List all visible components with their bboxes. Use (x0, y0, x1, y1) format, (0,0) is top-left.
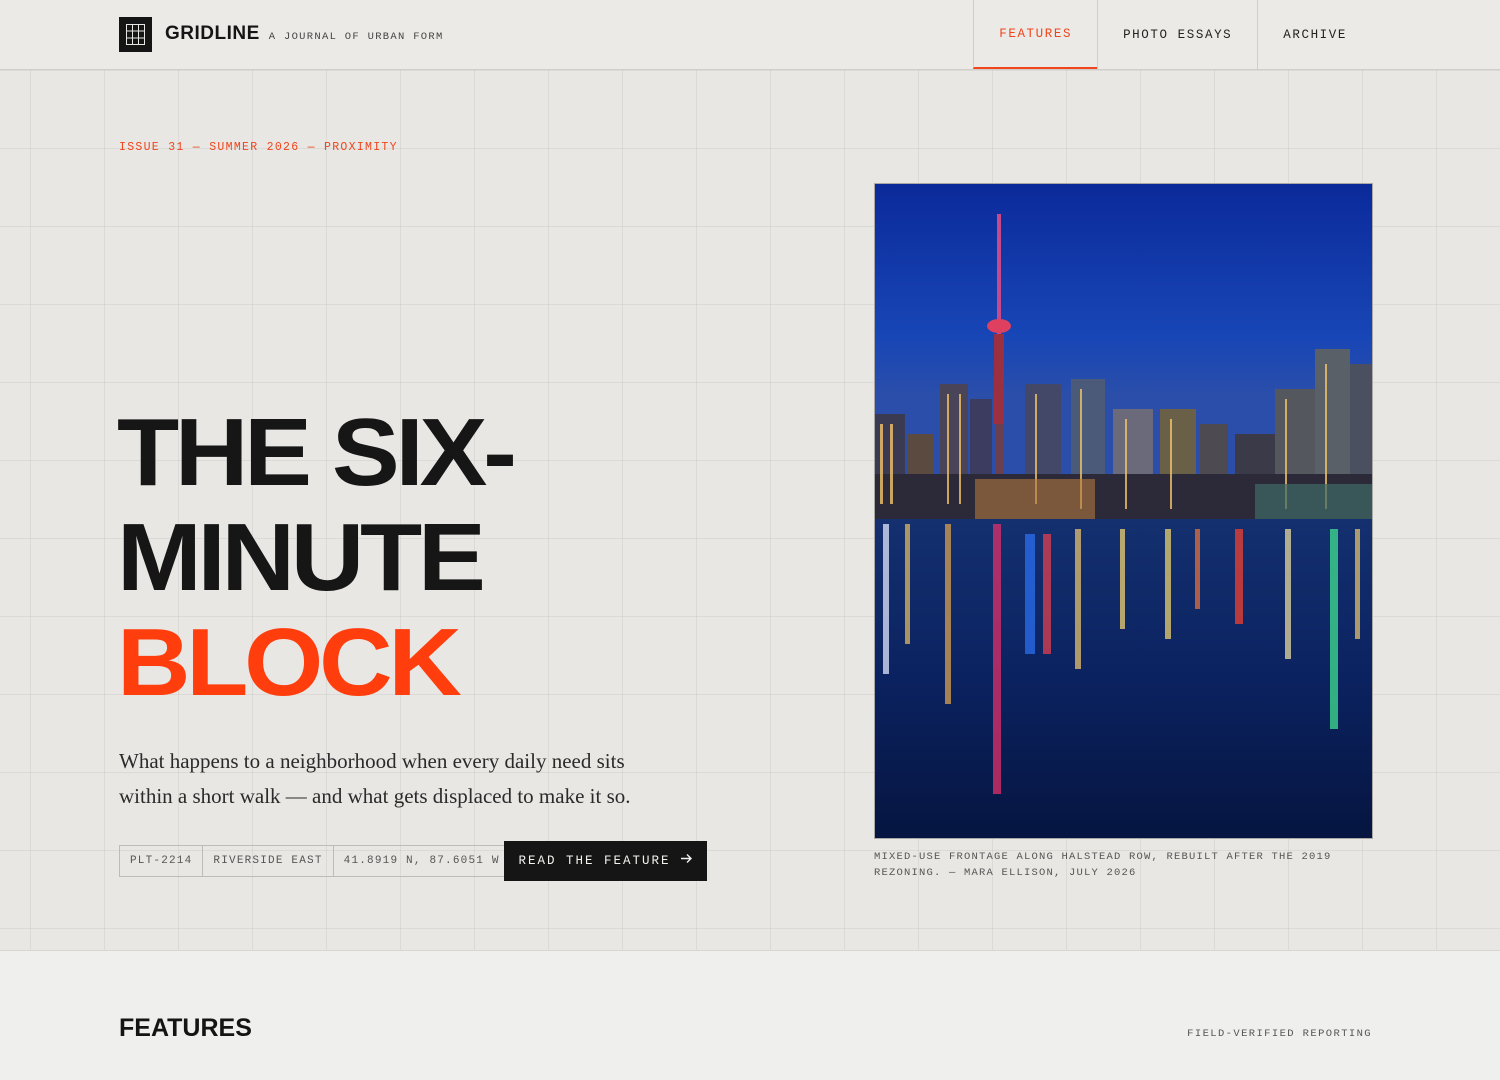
features-heading: FEATURES (119, 1014, 252, 1042)
features-label: FIELD-VERIFIED REPORTING (1187, 1028, 1372, 1040)
nav-item-archive[interactable]: ARCHIVE (1257, 0, 1372, 69)
brand[interactable]: GRIDLINE A JOURNAL OF URBAN FORM (119, 16, 444, 52)
headline-line-2: MINUTE (117, 504, 486, 611)
coordinates-chip: 41.8919 N, 87.6051 W (343, 855, 500, 867)
grid-icon (119, 16, 152, 52)
headline-accent: BLOCK (117, 609, 462, 716)
dek: What happens to a neighborhood when ever… (119, 749, 631, 808)
brand-tagline: A JOURNAL OF URBAN FORM (268, 30, 444, 43)
district-chip: RIVERSIDE EAST (203, 846, 334, 876)
headline-line-1: THE SIX- (117, 399, 517, 506)
headline: THE SIX- MINUTE BLOCK (117, 399, 517, 716)
feature-photo (874, 183, 1373, 839)
main-nav: FEATURES PHOTO ESSAYS ARCHIVE (973, 0, 1372, 70)
site-header: GRIDLINE A JOURNAL OF URBAN FORM FEATURE… (0, 0, 1500, 70)
meta-chips: PLT-2214 RIVERSIDE EAST 41.8919 N, 87.60… (119, 845, 511, 877)
nav-item-features[interactable]: FEATURES (973, 0, 1098, 69)
photo-caption: MIXED-USE FRONTAGE ALONG HALSTEAD ROW, R… (874, 851, 1332, 879)
read-feature-button[interactable]: READ THE FEATURE (504, 841, 707, 881)
brand-name: GRIDLINE (165, 23, 260, 44)
read-feature-label: READ THE FEATURE (518, 854, 671, 868)
plot-id-chip: PLT-2214 (120, 846, 204, 876)
arrow-right-icon (680, 853, 693, 869)
nav-item-photo-essays[interactable]: PHOTO ESSAYS (1097, 0, 1257, 69)
issue-kicker: ISSUE 31 — SUMMER 2026 — PROXIMITY (119, 141, 398, 154)
